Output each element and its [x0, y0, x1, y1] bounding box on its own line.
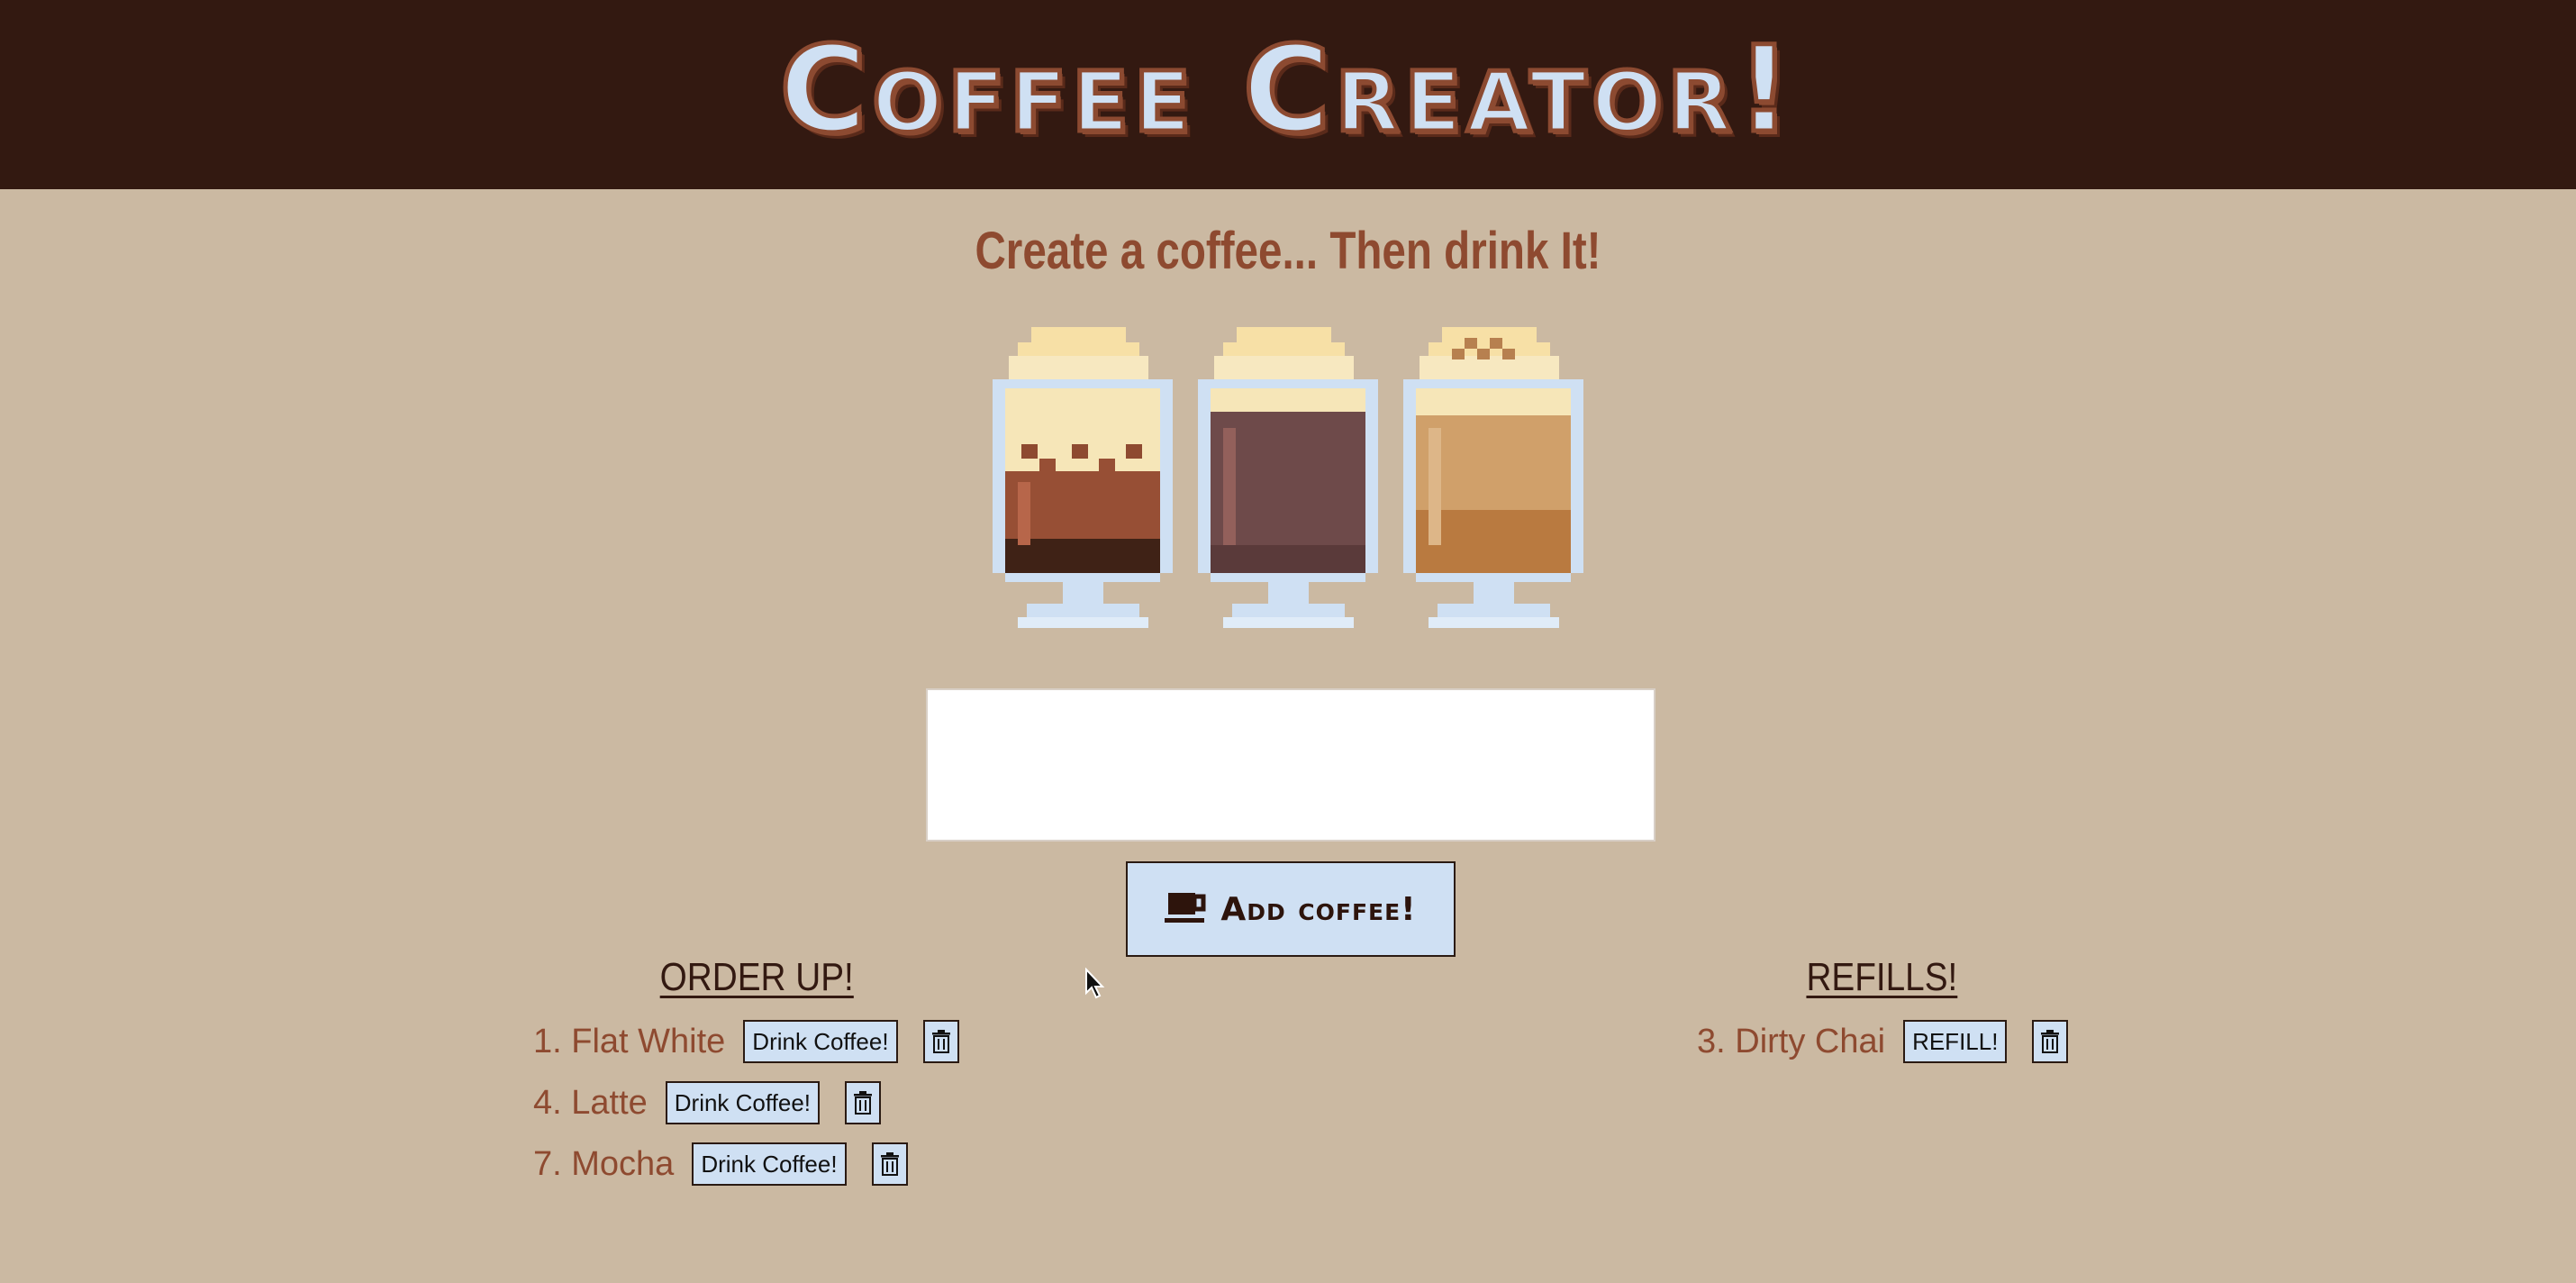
order-list-item: 7. Mocha Drink Coffee!: [533, 1141, 908, 1187]
order-item-label: 7. Mocha: [533, 1144, 675, 1183]
order-item-label: 1. Flat White: [533, 1022, 726, 1060]
coffee-glasses-image: [993, 327, 1583, 628]
order-list-item: 1. Flat White Drink Coffee!: [533, 1018, 959, 1065]
coffee-name-input[interactable]: [926, 688, 1655, 842]
delete-button[interactable]: [2032, 1020, 2069, 1063]
app-title: Coffee Creator!: [777, 19, 1797, 162]
coffee-cup-icon: [1165, 889, 1208, 930]
delete-button[interactable]: [922, 1020, 959, 1063]
add-coffee-button[interactable]: Add coffee!: [1126, 861, 1456, 957]
refill-item-label: 3. Dirty Chai: [1697, 1022, 1886, 1060]
drink-coffee-button[interactable]: Drink Coffee!: [692, 1142, 847, 1186]
drink-coffee-button[interactable]: Drink Coffee!: [743, 1020, 898, 1063]
drink-coffee-button[interactable]: Drink Coffee!: [665, 1081, 821, 1124]
glass-mocha: [1198, 327, 1378, 628]
glass-frappe: [993, 327, 1173, 628]
trash-icon: [880, 1152, 899, 1176]
header-bar: Coffee Creator!: [0, 0, 2576, 189]
refills-heading: REFILLS!: [1806, 955, 1958, 999]
order-up-heading: ORDER UP!: [659, 955, 854, 999]
tagline: Create a coffee... Then drink It!: [975, 222, 1601, 280]
refill-list-item: 3. Dirty Chai REFILL!: [1697, 1018, 2069, 1065]
order-list-item: 4. Latte Drink Coffee!: [533, 1079, 882, 1126]
refill-button[interactable]: REFILL!: [1903, 1020, 2008, 1063]
trash-icon: [931, 1030, 950, 1053]
delete-button[interactable]: [871, 1142, 908, 1186]
trash-icon: [854, 1091, 873, 1115]
glass-latte: [1403, 327, 1583, 628]
delete-button[interactable]: [845, 1081, 882, 1124]
order-item-label: 4. Latte: [533, 1083, 648, 1122]
mouse-cursor-icon: [1084, 967, 1106, 1005]
coffee-glasses-illustration: [991, 320, 1585, 676]
trash-icon: [2041, 1030, 2060, 1053]
add-coffee-label: Add coffee!: [1220, 890, 1417, 928]
